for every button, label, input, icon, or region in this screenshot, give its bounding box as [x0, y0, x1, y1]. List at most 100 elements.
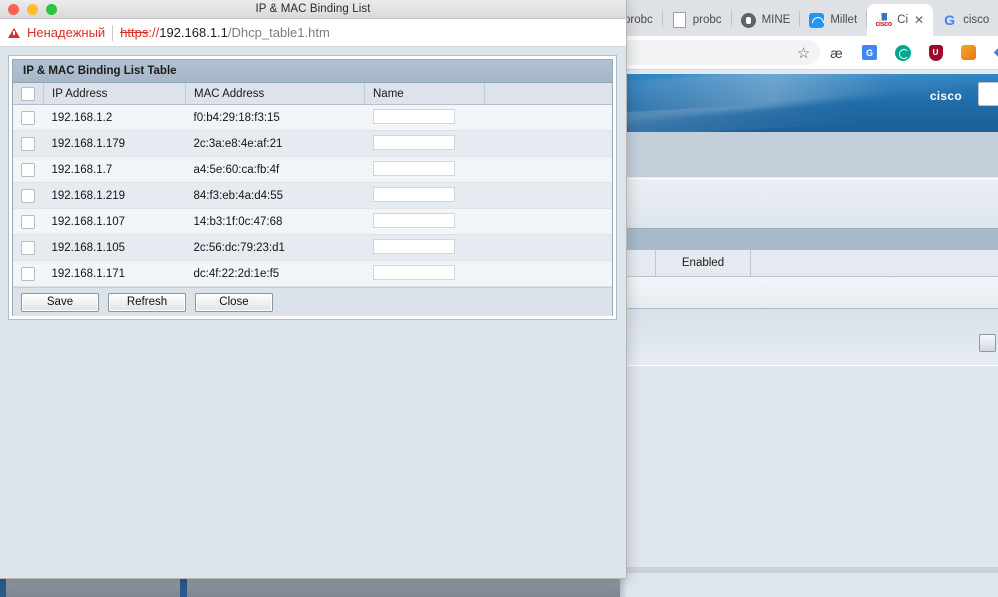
cisco-cell-blank [627, 250, 656, 276]
cell-name [364, 208, 485, 235]
table-row[interactable]: 192.168.1.2 f0:b4:29:18:f3:15 [13, 104, 612, 131]
scrollbar-button[interactable] [979, 334, 996, 352]
cell-ip-address: 192.168.1.171 [43, 260, 186, 287]
table-row[interactable]: 192.168.1.171 dc:4f:22:2d:1e:f5 [13, 260, 612, 287]
cell-spacer [484, 260, 612, 287]
column-header-mac-address: MAC Address [185, 83, 365, 105]
cell-mac-address: dc:4f:22:2d:1e:f5 [185, 260, 365, 287]
column-header-ip-address: IP Address [43, 83, 186, 105]
name-input[interactable] [372, 212, 455, 228]
wifi-icon [809, 12, 825, 28]
browser-tabs: probc probc MINE Millet ||||| cisco Ci ✕… [615, 2, 998, 36]
table-row[interactable]: 192.168.1.7 a4:5e:60:ca:fb:4f [13, 156, 612, 183]
lastpass-shield-icon[interactable]: U [927, 44, 944, 61]
cell-mac-address: a4:5e:60:ca:fb:4f [185, 156, 365, 183]
window-title: IP & MAC Binding List [255, 3, 371, 15]
cell-ip-address: 192.168.1.105 [43, 234, 186, 261]
dialog-button-bar: Save Refresh Close [13, 287, 612, 316]
dock-marker-mid [180, 577, 187, 597]
table-row[interactable]: 192.168.1.105 2c:56:dc:79:23:d1 [13, 234, 612, 261]
name-input[interactable] [372, 134, 455, 150]
url-scheme-separator: :// [148, 25, 160, 40]
name-input[interactable] [372, 264, 455, 280]
browser-tab-millet[interactable]: Millet [800, 4, 866, 36]
address-divider [112, 24, 114, 41]
table-row[interactable]: 192.168.1.219 84:f3:eb:4a:d4:55 [13, 182, 612, 209]
url-scheme: https [120, 25, 149, 40]
banner-corner-box[interactable] [978, 82, 998, 106]
cell-ip-address: 192.168.1.219 [43, 182, 186, 209]
cisco-router-page: cisco Enabled [615, 70, 998, 597]
warning-triangle-icon[interactable] [8, 27, 20, 38]
browser-tab-label: probc [624, 14, 653, 26]
row-select-cell [13, 208, 44, 235]
row-checkbox[interactable] [21, 266, 36, 281]
browser-tab-mine[interactable]: MINE [732, 4, 800, 36]
browser-tab-label: Millet [830, 14, 858, 26]
refresh-button[interactable]: Refresh [108, 292, 186, 312]
diamond-icon[interactable] [993, 44, 998, 61]
close-icon[interactable]: ✕ [914, 14, 924, 26]
row-checkbox[interactable] [21, 110, 36, 125]
name-input[interactable] [372, 238, 455, 254]
camera-icon [740, 12, 756, 28]
cisco-icon: ||||| cisco [875, 11, 892, 28]
select-all-checkbox[interactable] [21, 86, 35, 101]
cell-spacer [484, 104, 612, 131]
cell-name [364, 104, 485, 131]
column-header-spacer [484, 83, 612, 105]
maximize-window-button[interactable] [46, 4, 57, 15]
close-button[interactable]: Close [195, 292, 273, 312]
table-body: 192.168.1.2 f0:b4:29:18:f3:15 192.168.1.… [13, 104, 612, 287]
browser-toolbar-icons: ☆ æ G U [795, 40, 998, 65]
cell-name [364, 130, 485, 157]
cisco-cell-rest [751, 250, 998, 276]
minimize-window-button[interactable] [27, 4, 38, 15]
row-select-cell [13, 234, 44, 261]
star-icon[interactable]: ☆ [795, 44, 812, 62]
row-select-cell [13, 104, 44, 131]
browser-tab-probc-2[interactable]: probc [663, 4, 731, 36]
row-select-cell [13, 260, 44, 287]
row-checkbox[interactable] [21, 214, 36, 229]
ip-mac-binding-table: IP Address MAC Address Name 192.168.1.2 … [13, 83, 612, 287]
cell-spacer [484, 130, 612, 157]
name-input[interactable] [372, 108, 455, 124]
cell-mac-address: f0:b4:29:18:f3:15 [185, 104, 365, 131]
row-checkbox[interactable] [21, 136, 36, 151]
desktop-dock-strip [0, 577, 620, 597]
row-select-cell [13, 182, 44, 209]
browser-omnibox[interactable] [615, 40, 820, 65]
table-header-row: IP Address MAC Address Name [13, 83, 612, 105]
row-checkbox[interactable] [21, 188, 36, 203]
save-button[interactable]: Save [21, 292, 99, 312]
cell-name [364, 260, 485, 287]
browser-tab-cisco-google[interactable]: G cisco [933, 4, 998, 36]
cisco-content-block-5 [627, 365, 998, 597]
row-select-cell [13, 156, 44, 183]
ae-icon[interactable]: æ [828, 44, 845, 61]
dialog-area: IP & MAC Binding List Table IP Address M… [0, 47, 626, 578]
popup-window: IP & MAC Binding List Ненадежный https:/… [0, 0, 627, 579]
table-row[interactable]: 192.168.1.179 2c:3a:e8:4e:af:21 [13, 130, 612, 157]
binding-list-panel: IP & MAC Binding List Table IP Address M… [8, 55, 617, 320]
name-input[interactable] [372, 186, 455, 202]
row-checkbox[interactable] [21, 240, 36, 255]
browser-tab-cisco-active[interactable]: ||||| cisco Ci ✕ [867, 4, 934, 36]
table-row[interactable]: 192.168.1.107 14:b3:1f:0c:47:68 [13, 208, 612, 235]
cisco-status-cell: Enabled [656, 250, 751, 276]
fox-icon[interactable] [960, 44, 977, 61]
google-translate-icon[interactable]: G [861, 44, 878, 61]
cell-spacer [484, 182, 612, 209]
cisco-wordmark: cisco [929, 89, 962, 103]
cell-mac-address: 14:b3:1f:0c:47:68 [185, 208, 365, 235]
cell-ip-address: 192.168.1.7 [43, 156, 186, 183]
browser-tab-label: cisco [963, 14, 990, 26]
close-window-button[interactable] [8, 4, 19, 15]
row-checkbox[interactable] [21, 162, 36, 177]
cell-ip-address: 192.168.1.107 [43, 208, 186, 235]
url-text[interactable]: https://192.168.1.1/Dhcp_table1.htm [120, 25, 330, 40]
browser-tab-label: Ci [897, 14, 909, 26]
ublock-circle-icon[interactable] [894, 44, 911, 61]
name-input[interactable] [372, 160, 455, 176]
